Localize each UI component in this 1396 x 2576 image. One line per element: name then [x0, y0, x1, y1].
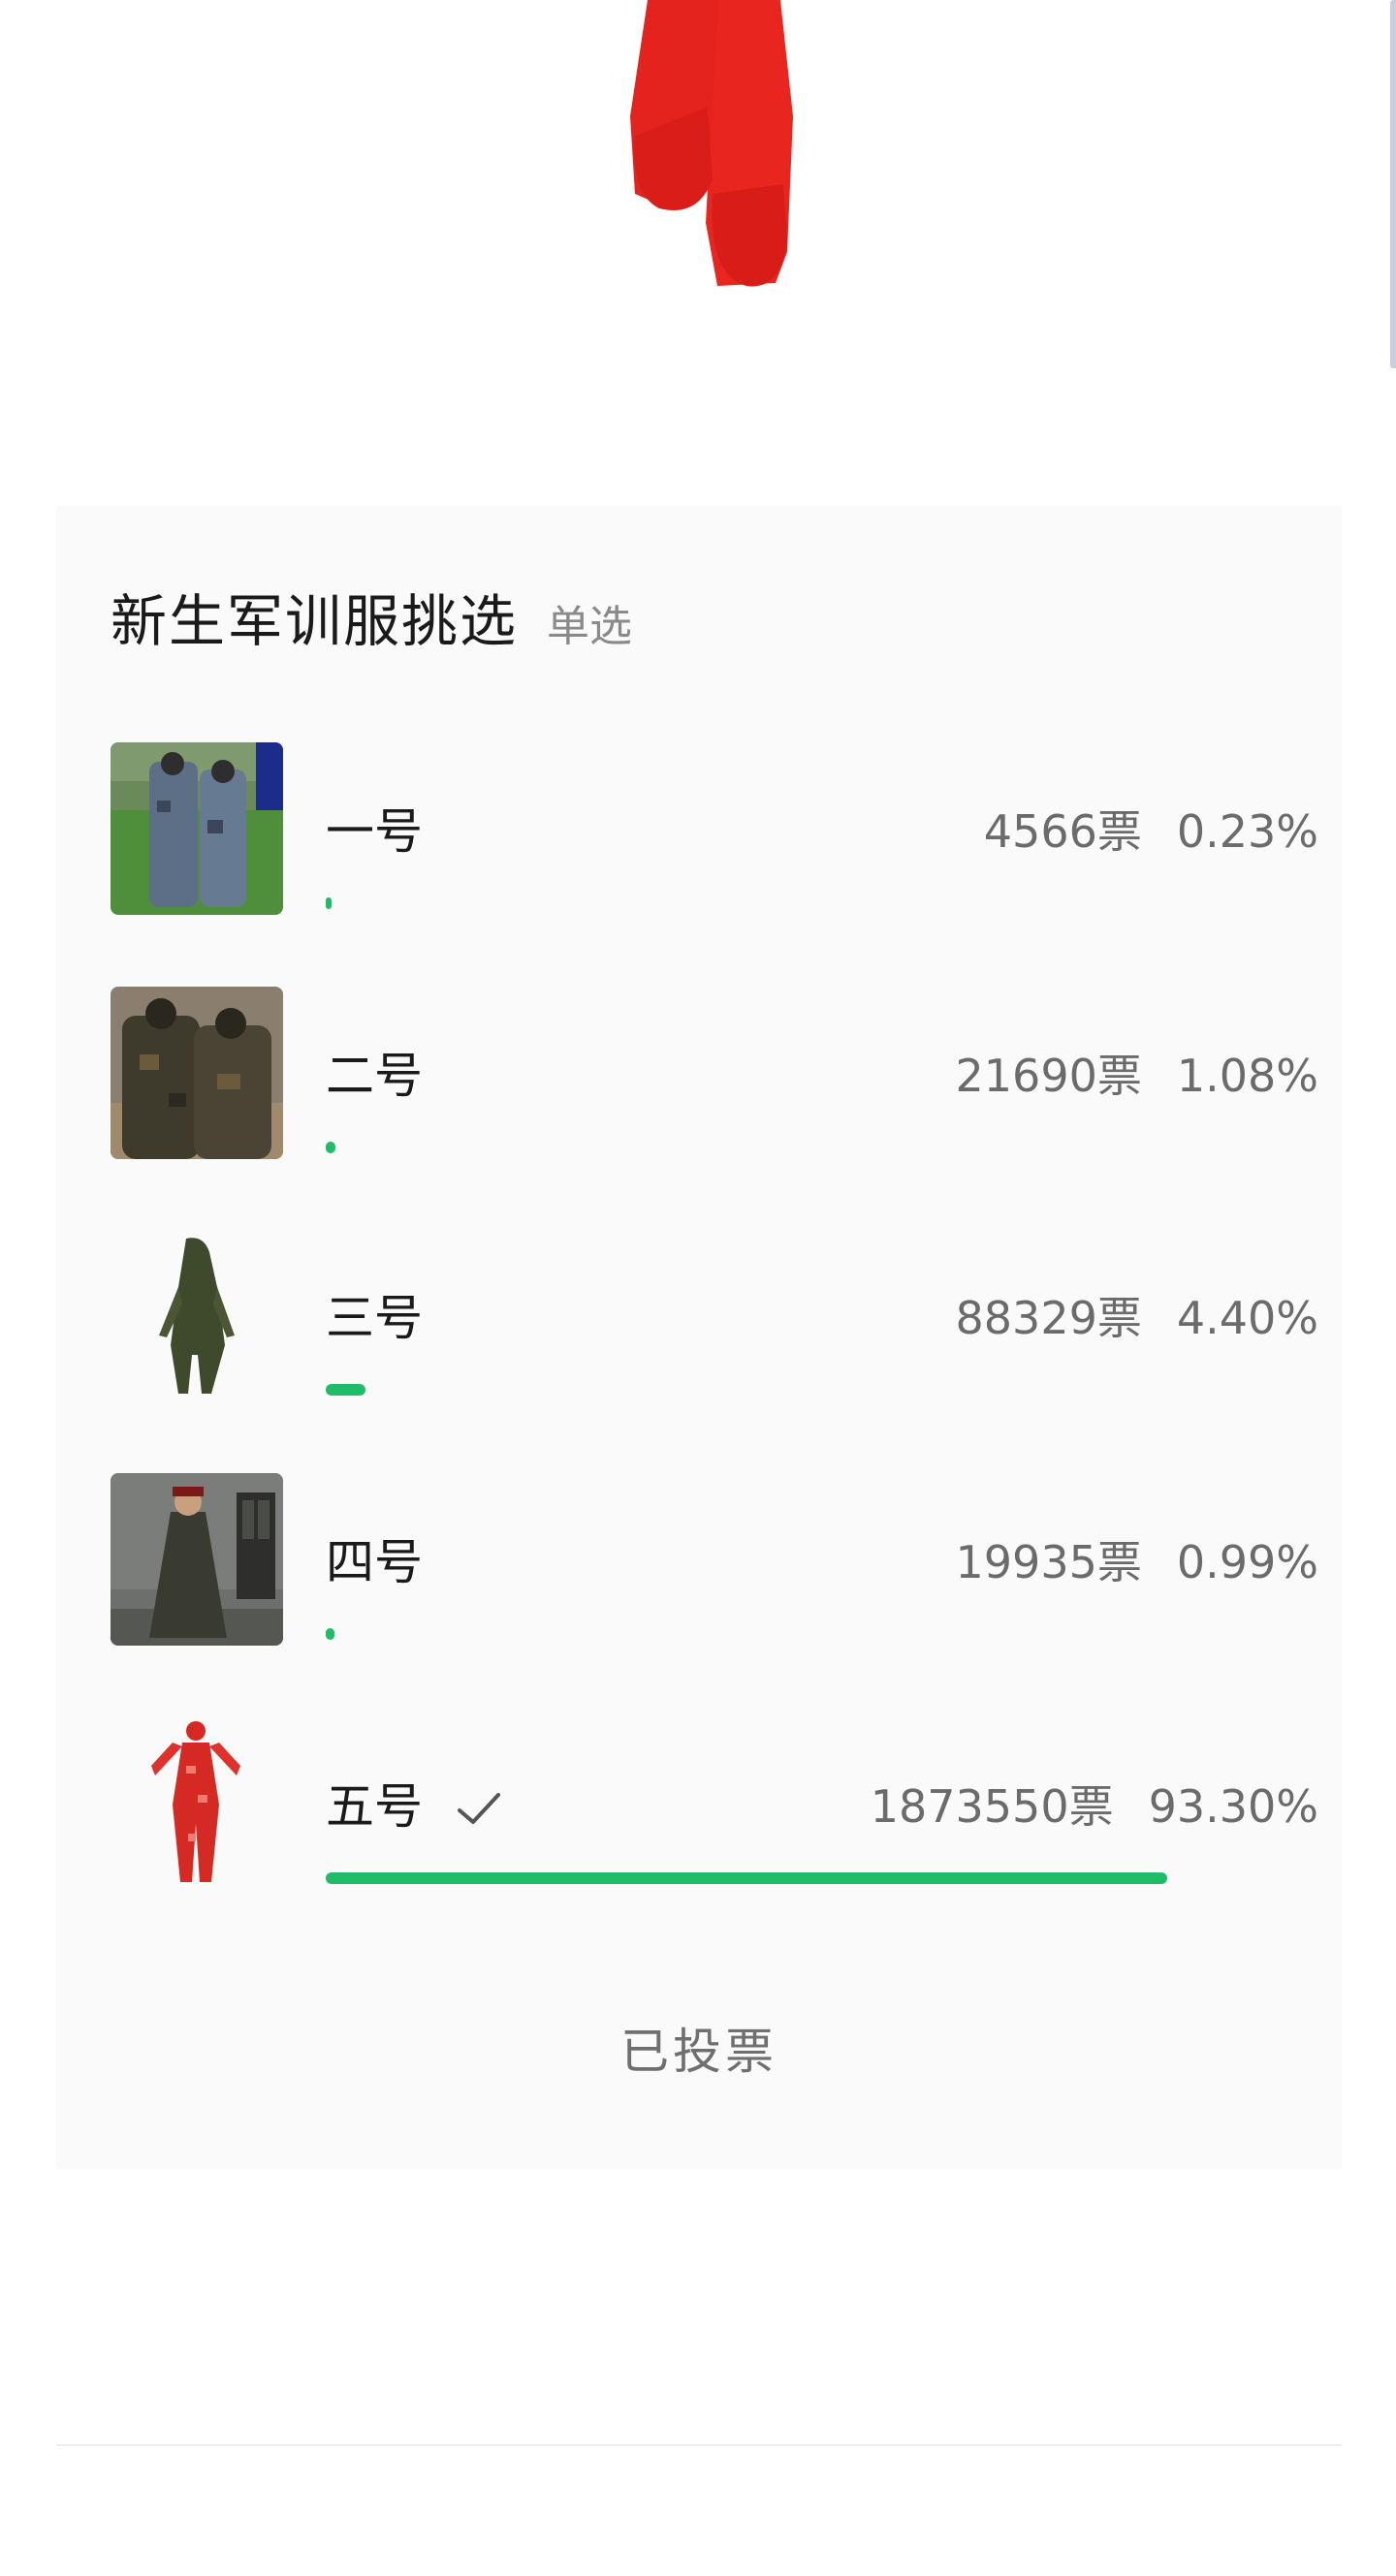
option-stats: 21690票 1.08%: [956, 1041, 1318, 1105]
option-thumbnail: [111, 1473, 283, 1646]
vote-percent: 1.08%: [1176, 1050, 1318, 1102]
vote-header: 新生军训服挑选 单选: [111, 576, 632, 657]
vote-count: 21690票: [955, 1050, 1142, 1102]
progress-track: [326, 1628, 1227, 1640]
vote-option-2[interactable]: 二号 21690票 1.08%: [111, 987, 1318, 1159]
option-thumbnail: [111, 742, 283, 915]
post-image[interactable]: [0, 0, 1396, 485]
option-stats: 4566票 0.23%: [984, 797, 1318, 861]
vote-mode-label: 单选: [547, 602, 633, 651]
option-stats: 1873550票 93.30%: [871, 1772, 1318, 1836]
military-cloak-photo-icon: [111, 1473, 283, 1646]
progress-bar: [326, 1872, 1167, 1884]
progress-track: [326, 1384, 1227, 1396]
ghillie-suit-photo-icon: [111, 1229, 283, 1401]
camouflage-uniform-photo-icon: [111, 987, 283, 1159]
option-label-text: 四号: [326, 1534, 423, 1590]
divider: [56, 2444, 1342, 2446]
check-icon: [456, 1783, 502, 1824]
vote-count: 4566票: [983, 805, 1142, 858]
option-label-text: 二号: [326, 1048, 423, 1104]
vote-title: 新生军训服挑选: [111, 588, 519, 654]
option-label: 五号: [326, 1768, 502, 1838]
red-figure-legs-icon: [630, 0, 793, 287]
progress-bar: [326, 1628, 334, 1640]
option-label-text: 三号: [326, 1290, 423, 1346]
progress-track: [326, 1142, 1227, 1153]
option-label: 三号: [326, 1279, 423, 1349]
option-stats: 19935票 0.99%: [956, 1527, 1318, 1591]
progress-bar: [326, 1142, 335, 1153]
vote-option-5[interactable]: 五号 1873550票 93.30%: [111, 1717, 1318, 1890]
progress-bar: [326, 897, 332, 909]
vote-option-4[interactable]: 四号 19935票 0.99%: [111, 1473, 1318, 1646]
red-camouflage-suit-photo-icon: [111, 1717, 283, 1890]
vote-percent: 4.40%: [1176, 1292, 1318, 1344]
vote-card: 新生军训服挑选 单选 一号 4566票 0.23% 二号 21690票 1.08…: [56, 506, 1342, 2169]
scroll-edge: [1390, 0, 1396, 368]
option-stats: 88329票 4.40%: [956, 1283, 1318, 1347]
voted-status-button[interactable]: 已投票: [56, 2013, 1342, 2083]
camouflage-uniform-photo-icon: [111, 742, 283, 915]
vote-percent: 0.99%: [1176, 1536, 1318, 1588]
option-thumbnail: [111, 1229, 283, 1401]
option-thumbnail: [111, 987, 283, 1159]
vote-option-3[interactable]: 三号 88329票 4.40%: [111, 1229, 1318, 1401]
progress-bar: [326, 1384, 365, 1396]
vote-count: 88329票: [955, 1292, 1142, 1344]
vote-count: 1873550票: [870, 1780, 1114, 1833]
progress-track: [326, 1872, 1227, 1884]
progress-track: [326, 897, 1227, 909]
option-label: 一号: [326, 793, 423, 863]
option-label: 二号: [326, 1037, 423, 1107]
option-label-text: 五号: [326, 1778, 423, 1835]
vote-percent: 93.30%: [1148, 1780, 1318, 1833]
option-label: 四号: [326, 1524, 423, 1593]
vote-count: 19935票: [955, 1536, 1142, 1588]
option-label-text: 一号: [326, 803, 423, 860]
option-thumbnail: [111, 1717, 283, 1890]
vote-percent: 0.23%: [1176, 805, 1318, 858]
vote-option-1[interactable]: 一号 4566票 0.23%: [111, 742, 1318, 915]
